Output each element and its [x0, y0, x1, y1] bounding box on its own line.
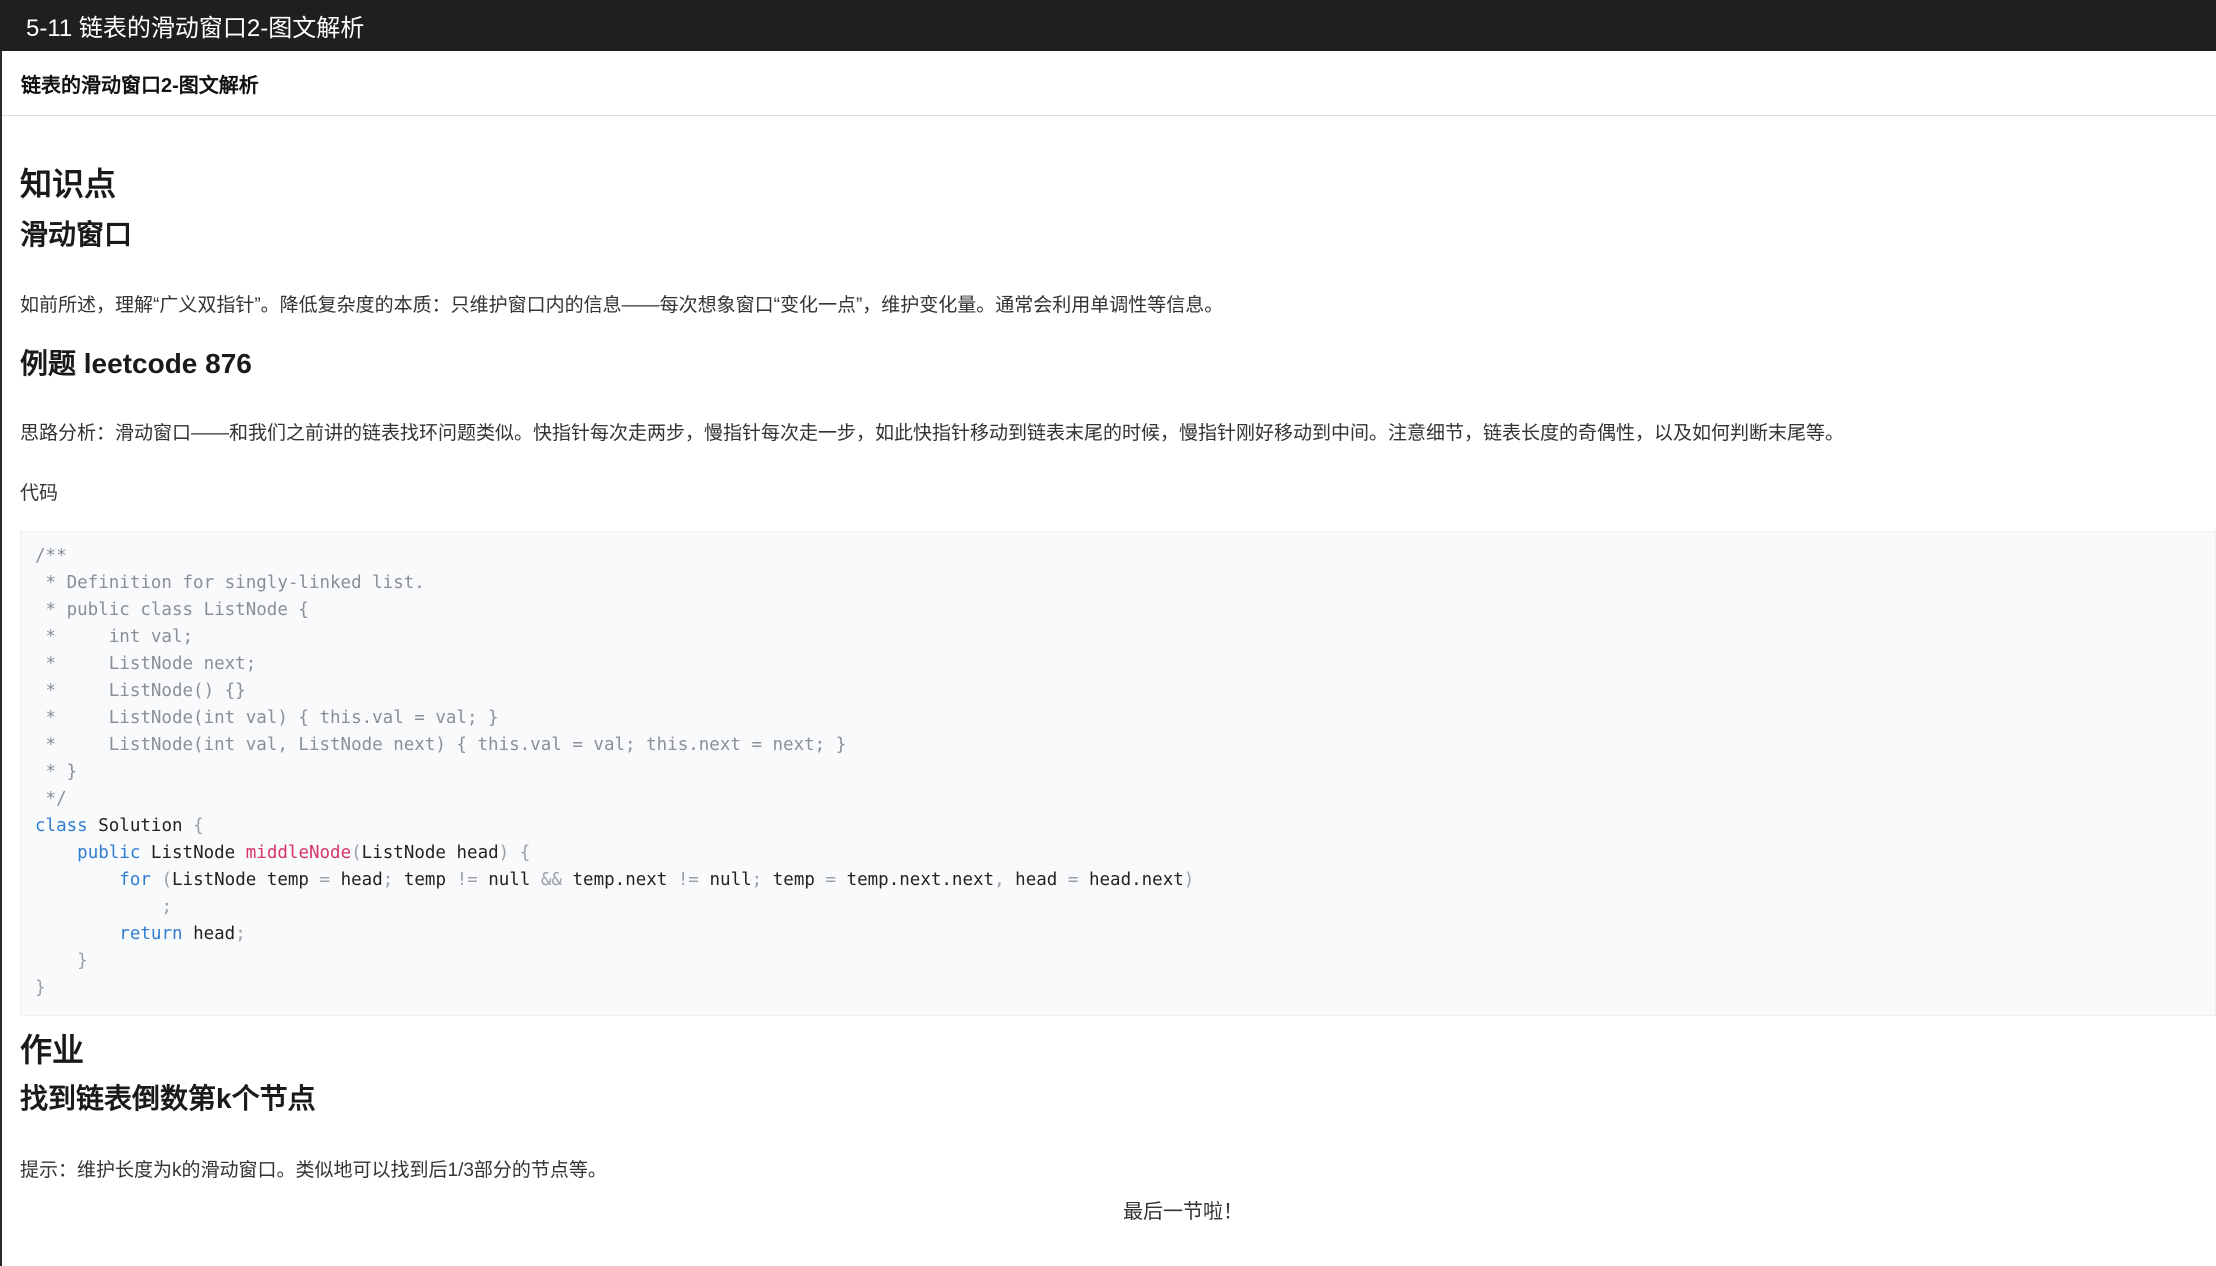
code-punct: } — [77, 951, 88, 971]
code-line-for: for (ListNode temp = head; temp != null … — [35, 867, 2215, 894]
code-punct: ; — [382, 870, 394, 890]
code-comment-line: * ListNode(int val, ListNode next) { thi… — [35, 735, 847, 755]
find-kth-heading: 找到链表倒数第k个节点 — [20, 1083, 316, 1114]
code-line-class: class Solution { — [35, 813, 2215, 840]
code-punct: ; — [751, 870, 763, 890]
sliding-window-heading: 滑动窗口 — [20, 219, 133, 250]
code-identifier: ListNode — [150, 843, 236, 863]
code-comment-line: * int val; — [35, 627, 194, 647]
code-identifier: temp — [772, 870, 815, 890]
code-punct: != — [677, 870, 699, 890]
code-line-return: return head; — [35, 921, 2215, 948]
code-identifier: ListNode head — [361, 843, 499, 863]
code-punct: ) — [1183, 870, 1195, 890]
code-identifier: ListNode temp — [172, 870, 320, 890]
code-identifier: head — [340, 870, 383, 890]
window-title: 5-11 链表的滑动窗口2-图文解析 — [26, 15, 365, 42]
code-punct: ; — [235, 924, 246, 944]
code-identifier: Solution — [98, 816, 183, 836]
code-line-class-close: } — [35, 975, 2215, 1002]
example-heading: 例题 leetcode 876 — [20, 348, 252, 379]
code-comment-line: * } — [35, 762, 78, 782]
code-comment-line: * Definition for singly-linked list. — [35, 573, 425, 593]
code-keyword: class — [35, 816, 88, 836]
code-punct: = — [825, 870, 837, 890]
code-identifier: head.next — [1088, 870, 1184, 890]
code-block[interactable]: /** * Definition for singly-linked list.… — [20, 531, 2216, 1016]
code-punct: { — [519, 843, 531, 863]
code-comment-line: * public class ListNode { — [35, 600, 309, 620]
code-punct: , — [994, 870, 1005, 890]
homework-heading: 作业 — [20, 1032, 85, 1068]
document-subheader-title: 链表的滑动窗口2-图文解析 — [21, 74, 259, 97]
code-line-method: public ListNode middleNode(ListNode head… — [35, 840, 2215, 867]
code-punct: { — [193, 816, 204, 836]
code-keyword: for — [119, 870, 151, 890]
code-line-empty-stmt: ; — [35, 894, 2215, 921]
code-punct: && — [540, 870, 562, 890]
code-punct: ) — [498, 843, 510, 863]
code-identifier: null — [709, 870, 752, 890]
code-comment-line: * ListNode() {} — [35, 681, 246, 701]
code-identifier: temp.next — [572, 870, 668, 890]
code-punct: ; — [161, 897, 172, 917]
code-keyword: return — [119, 924, 183, 944]
code-label: 代码 — [20, 483, 59, 504]
code-identifier: temp — [403, 870, 447, 890]
code-comment-line: * ListNode(int val) { this.val = val; } — [35, 708, 499, 728]
code-line-method-close: } — [35, 948, 2215, 975]
code-punct: = — [1067, 870, 1079, 890]
window-title-bar: 5-11 链表的滑动窗口2-图文解析 — [0, 0, 2216, 51]
knowledge-heading: 知识点 — [20, 166, 117, 202]
sliding-window-text: 如前所述，理解“广义双指针”。降低复杂度的本质：只维护窗口内的信息——每次想象窗… — [20, 295, 1224, 316]
code-comment-line: */ — [35, 789, 67, 809]
footer-note: 最后一节啦！ — [1123, 1201, 1243, 1223]
code-function-name: middleNode — [245, 843, 352, 863]
document-frame: 链表的滑动窗口2-图文解析 知识点 滑动窗口 如前所述，理解“广义双指针”。降低… — [0, 51, 2216, 1266]
code-keyword: public — [77, 843, 141, 863]
analysis-text: 思路分析：滑动窗口——和我们之前讲的链表找环问题类似。快指针每次走两步，慢指针每… — [20, 423, 1845, 444]
code-punct: != — [456, 870, 478, 890]
code-comment-line: * ListNode next; — [35, 654, 257, 674]
hint-text: 提示：维护长度为k的滑动窗口。类似地可以找到后1/3部分的节点等。 — [20, 1160, 607, 1181]
code-punct: ( — [161, 870, 172, 890]
code-identifier: head — [1015, 870, 1058, 890]
code-identifier: null — [488, 870, 531, 890]
code-punct: = — [319, 870, 331, 890]
code-comment-line: /** — [35, 546, 67, 566]
code-punct: ( — [351, 843, 362, 863]
document-subheader: 链表的滑动窗口2-图文解析 — [2, 51, 2216, 116]
code-identifier: temp.next.next — [846, 870, 995, 890]
code-punct: } — [35, 978, 46, 998]
code-identifier: head — [193, 924, 236, 944]
